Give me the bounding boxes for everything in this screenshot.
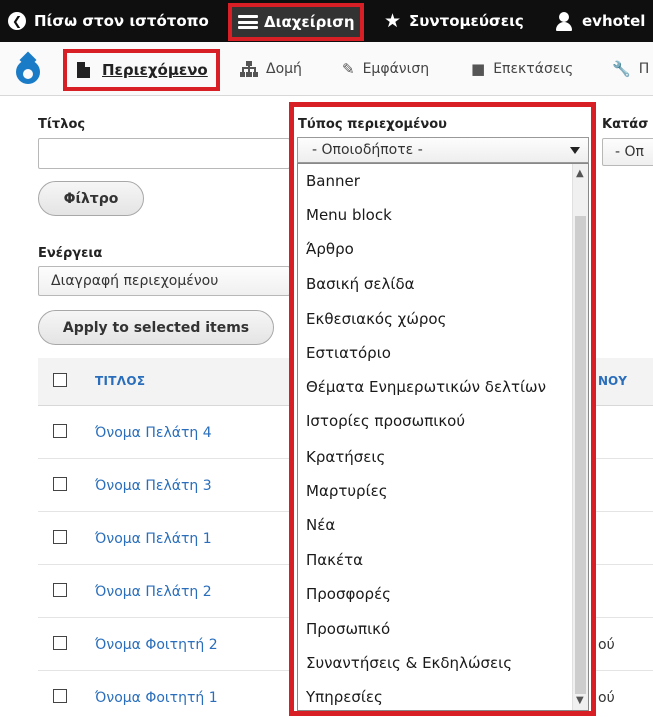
action-label: Ενέργεια	[38, 246, 103, 261]
back-to-site-link[interactable]: ❮ Πίσω στον ιστότοπο	[8, 0, 209, 42]
filter-button[interactable]: Φίλτρο	[38, 181, 144, 216]
type-option[interactable]: Εστιατόριο	[306, 344, 391, 362]
scroll-down-icon[interactable]: ▼	[576, 696, 584, 706]
type-option[interactable]: Κρατήσεις	[306, 448, 385, 466]
puzzle-icon: ■	[471, 60, 486, 78]
type-filter-select[interactable]: - Οποιοδήποτε -	[297, 137, 589, 163]
row-title-link[interactable]: Όνομα Φοιτητή 1	[95, 690, 218, 706]
tray-item-extensions[interactable]: ■ Επεκτάσεις	[471, 42, 573, 96]
type-option[interactable]: Υπηρεσίες	[306, 688, 383, 706]
tray-item-config-label: Π	[638, 61, 650, 77]
column-header-partial[interactable]: ΝΟΥ	[598, 374, 627, 388]
chevron-down-icon	[570, 147, 580, 154]
sitemap-icon	[240, 61, 258, 77]
tray-item-content[interactable]: Περιεχόμενο	[63, 49, 220, 91]
select-all-checkbox[interactable]	[53, 373, 67, 387]
document-icon	[77, 62, 90, 78]
status-filter-label: Κατάσ	[602, 117, 649, 132]
tray-item-content-label: Περιεχόμενο	[102, 61, 208, 79]
back-to-site-label: Πίσω στον ιστότοπο	[34, 12, 209, 30]
type-option[interactable]: Πακέτα	[306, 551, 363, 569]
paintbrush-icon: ✎	[342, 60, 355, 78]
title-filter-label: Τίτλος	[38, 117, 86, 132]
tray-item-appearance-label: Εμφάνιση	[362, 61, 430, 77]
row-title-link[interactable]: Όνομα Πελάτη 1	[95, 531, 212, 547]
back-arrow-icon: ❮	[8, 12, 26, 30]
type-filter-selected-value: - Οποιοδήποτε -	[312, 142, 423, 158]
shortcuts-tab[interactable]: ★ Συντομεύσεις	[384, 0, 524, 42]
tray-item-config[interactable]: 🔧 Π	[612, 42, 649, 96]
type-filter-options: Banner Menu block Άρθρο Βασική σελίδα Εκ…	[297, 163, 589, 711]
type-option[interactable]: Θέματα Ενημερωτικών δελτίων	[306, 378, 546, 396]
type-option[interactable]: Προσωπικό	[306, 620, 390, 638]
row-type-cell: ού	[598, 690, 615, 706]
type-option[interactable]: Εκθεσιακός χώρος	[306, 310, 446, 328]
type-filter-label: Τύπος περιεχομένου	[298, 117, 447, 132]
type-option[interactable]: Menu block	[306, 206, 392, 224]
type-option[interactable]: Βασική σελίδα	[306, 275, 415, 293]
manage-tab[interactable]: Διαχείριση	[228, 3, 364, 41]
type-option[interactable]: Συναντήσεις & Εκδηλώσεις	[306, 654, 512, 672]
row-checkbox[interactable]	[53, 583, 67, 597]
user-label: evhotel	[582, 12, 646, 30]
row-checkbox[interactable]	[53, 477, 67, 491]
type-option[interactable]: Banner	[306, 172, 360, 190]
type-option[interactable]: Νέα	[306, 516, 335, 534]
apply-button[interactable]: Apply to selected items	[38, 310, 274, 345]
star-icon: ★	[384, 10, 402, 32]
row-checkbox[interactable]	[53, 530, 67, 544]
row-type-cell: ού	[598, 637, 615, 653]
admin-toolbar: ❮ Πίσω στον ιστότοπο Διαχείριση ★ Συντομ…	[0, 0, 653, 42]
shortcuts-label: Συντομεύσεις	[409, 12, 524, 30]
row-title-link[interactable]: Όνομα Πελάτη 3	[95, 478, 212, 494]
row-checkbox[interactable]	[53, 636, 67, 650]
status-filter-select[interactable]: - Οπ	[602, 138, 653, 166]
title-filter-input[interactable]	[38, 138, 290, 169]
scrollbar-thumb[interactable]	[575, 216, 586, 694]
row-checkbox[interactable]	[53, 424, 67, 438]
action-select[interactable]: Διαγραφή περιεχομένου	[38, 266, 290, 296]
type-option[interactable]: Μαρτυρίες	[306, 482, 388, 500]
tray-item-structure[interactable]: Δομή	[240, 42, 302, 96]
type-option[interactable]: Ιστορίες προσωπικού	[306, 412, 465, 430]
user-icon	[556, 11, 572, 31]
wrench-icon: 🔧	[612, 60, 631, 78]
tray-item-extensions-label: Επεκτάσεις	[493, 61, 574, 77]
row-checkbox[interactable]	[53, 689, 67, 703]
admin-tray: Περιεχόμενο Δομή ✎ Εμφάνιση ■ Επεκτάσεις…	[0, 42, 653, 96]
scroll-up-icon[interactable]: ▲	[576, 169, 584, 179]
row-title-link[interactable]: Όνομα Φοιτητή 2	[95, 637, 218, 653]
type-option[interactable]: Άρθρο	[306, 240, 354, 258]
type-option[interactable]: Προσφορές	[306, 585, 391, 603]
manage-label: Διαχείριση	[264, 13, 355, 31]
row-title-link[interactable]: Όνομα Πελάτη 2	[95, 584, 212, 600]
row-title-link[interactable]: Όνομα Πελάτη 4	[95, 425, 212, 441]
tray-item-appearance[interactable]: ✎ Εμφάνιση	[342, 42, 429, 96]
tray-item-structure-label: Δομή	[266, 61, 302, 77]
menu-icon	[238, 15, 258, 29]
user-tab[interactable]: evhotel	[556, 0, 645, 42]
drupal-logo-icon[interactable]	[14, 51, 42, 86]
dropdown-scrollbar[interactable]: ▲ ▼	[572, 164, 588, 710]
column-header-title[interactable]: ΤΙΤΛΟΣ	[95, 374, 145, 388]
